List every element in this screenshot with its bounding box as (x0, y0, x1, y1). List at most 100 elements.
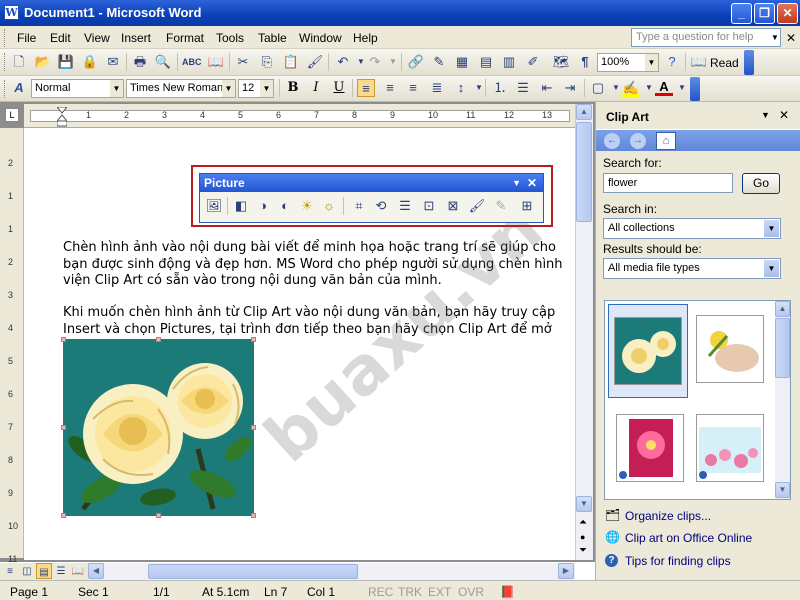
font-color-icon[interactable]: A (655, 78, 673, 96)
picture-toolbar[interactable]: Picture ▼ ✕ 🖼 ◧ ◑ ◐ ☀ ☼ ⌗ ⟲ ☰ ⊡ ⊠ 🖌 ✎ ⊞ (199, 173, 544, 223)
columns-icon[interactable]: ▥ (500, 53, 518, 71)
horizontal-scrollbar[interactable]: ▶ (104, 563, 575, 580)
read-button[interactable]: Read (710, 56, 739, 70)
paste-icon[interactable]: 📋 (282, 53, 300, 71)
bold-icon[interactable]: B (284, 79, 302, 97)
research-icon[interactable]: 📖 (207, 53, 225, 71)
resize-handle[interactable] (156, 337, 161, 342)
scroll-up-icon[interactable]: ▲ (576, 104, 592, 120)
menu-tools[interactable]: Tools (216, 31, 244, 45)
go-button[interactable]: Go (742, 173, 780, 194)
undo-icon[interactable]: ↶ (334, 53, 352, 71)
print-layout-icon[interactable]: ▤ (36, 563, 52, 579)
insert-picture-icon[interactable]: 🖼 (205, 197, 223, 215)
resize-handle[interactable] (61, 337, 66, 342)
insert-excel-icon[interactable]: ▤ (477, 53, 495, 71)
zoom-select[interactable]: 100% ▼ (597, 53, 659, 72)
redo-icon[interactable]: ↷ (366, 53, 384, 71)
line-style-icon[interactable]: ☰ (396, 197, 414, 215)
picture-toolbar-title[interactable]: Picture ▼ ✕ (200, 174, 543, 192)
menu-insert[interactable]: Insert (121, 31, 151, 45)
toolbar-options-icon[interactable] (690, 77, 700, 101)
help-icon[interactable]: ? (663, 53, 681, 71)
search-input[interactable]: flower (603, 173, 733, 193)
menu-grip[interactable] (4, 29, 7, 47)
highlight-icon[interactable]: ✍ (622, 79, 640, 97)
scroll-down-icon[interactable]: ▼ (576, 496, 592, 512)
select-browse-object-icon[interactable]: ● (580, 532, 585, 542)
menu-table[interactable]: Table (258, 31, 287, 45)
toolbar-grip[interactable] (4, 80, 7, 98)
italic-icon[interactable]: I (307, 79, 325, 97)
justify-icon[interactable]: ≣ (428, 79, 446, 97)
forward-icon[interactable]: → (630, 133, 646, 149)
format-picture-icon[interactable]: 🖌 (468, 197, 486, 215)
menu-view[interactable]: View (84, 31, 110, 45)
organize-clips-link[interactable]: Organize clips... (625, 509, 711, 523)
media-types-select[interactable]: All media file types ▼ (603, 258, 781, 279)
status-rec[interactable]: REC (368, 585, 393, 599)
menu-format[interactable]: Format (166, 31, 204, 45)
status-trk[interactable]: TRK (398, 585, 422, 599)
line-spacing-icon[interactable]: ↕ (452, 79, 470, 97)
tab-selector-icon[interactable]: L (5, 108, 19, 122)
status-ovr[interactable]: OVR (458, 585, 484, 599)
format-painter-icon[interactable]: 🖌 (306, 53, 324, 71)
toolbar-grip[interactable] (4, 53, 7, 71)
media-types-dropdown-icon[interactable]: ▼ (764, 260, 779, 277)
borders-icon[interactable]: ▢ (589, 79, 607, 97)
more-contrast-icon[interactable]: ◑ (254, 197, 272, 215)
clip-thumb-pink-flower[interactable] (616, 414, 684, 482)
resize-handle[interactable] (251, 513, 256, 518)
menu-window[interactable]: Window (299, 31, 342, 45)
font-select[interactable]: Times New Roman ▼ (126, 79, 236, 98)
vertical-ruler[interactable]: 2 1 1 2 3 4 5 6 7 8 9 10 11 (0, 128, 24, 564)
resize-handle[interactable] (61, 513, 66, 518)
pane-menu-icon[interactable]: ▼ (761, 110, 770, 120)
word-app-icon[interactable]: W (4, 5, 19, 20)
color-icon[interactable]: ◧ (232, 197, 250, 215)
font-dropdown-icon[interactable]: ▼ (222, 80, 235, 97)
hyperlink-icon[interactable]: 🔗 (407, 53, 425, 71)
clip-thumb-selected[interactable] (608, 304, 688, 398)
copy-icon[interactable]: ⎘ (258, 53, 276, 71)
spelling-status-icon[interactable]: 📕 (500, 585, 515, 599)
decrease-indent-icon[interactable]: ⇤ (538, 79, 556, 97)
show-hide-icon[interactable]: ¶ (576, 53, 594, 71)
email-icon[interactable]: ✉ (104, 53, 122, 71)
collections-select[interactable]: All collections ▼ (603, 218, 781, 239)
save-icon[interactable]: 💾 (57, 53, 75, 71)
new-icon[interactable]: 🗋 (10, 53, 28, 71)
reading-layout-icon[interactable]: 📖 (70, 563, 86, 579)
menu-file[interactable]: File (17, 31, 36, 45)
close-button[interactable]: ✕ (777, 3, 798, 24)
clip-results-list[interactable]: ▲ ▼ (604, 300, 791, 500)
align-left-icon[interactable]: ≡ (357, 79, 375, 97)
more-brightness-icon[interactable]: ☀ (298, 197, 316, 215)
close-icon[interactable]: ✕ (527, 174, 537, 192)
close-doc-icon[interactable]: ✕ (786, 31, 796, 45)
style-dropdown-icon[interactable]: ▼ (110, 80, 123, 97)
compress-pictures-icon[interactable]: ⊡ (420, 197, 438, 215)
underline-icon[interactable]: U (330, 79, 348, 97)
insert-table-icon[interactable]: ▦ (453, 53, 471, 71)
print-preview-icon[interactable]: 🔍 (154, 53, 172, 71)
previous-page-icon[interactable]: ⏶ (579, 517, 587, 528)
open-icon[interactable]: 📂 (34, 53, 52, 71)
styles-formatting-icon[interactable]: A (10, 79, 28, 97)
toolbar-options-icon[interactable] (744, 50, 754, 75)
bullets-icon[interactable]: ☰ (514, 79, 532, 97)
web-layout-icon[interactable]: ◫ (19, 563, 35, 579)
clip-thumb-bouquet[interactable] (696, 315, 764, 383)
tips-link[interactable]: Tips for finding clips (625, 554, 731, 568)
tables-borders-icon[interactable]: ✎ (430, 53, 448, 71)
font-size-select[interactable]: 12 ▼ (238, 79, 274, 98)
align-center-icon[interactable]: ≡ (381, 79, 399, 97)
cut-icon[interactable]: ✂ (234, 53, 252, 71)
rotate-left-icon[interactable]: ⟲ (372, 197, 390, 215)
print-icon[interactable]: 🖶 (131, 53, 149, 71)
minimize-button[interactable]: _ (731, 3, 752, 24)
menu-help[interactable]: Help (353, 31, 378, 45)
status-ext[interactable]: EXT (428, 585, 451, 599)
size-dropdown-icon[interactable]: ▼ (260, 80, 273, 97)
